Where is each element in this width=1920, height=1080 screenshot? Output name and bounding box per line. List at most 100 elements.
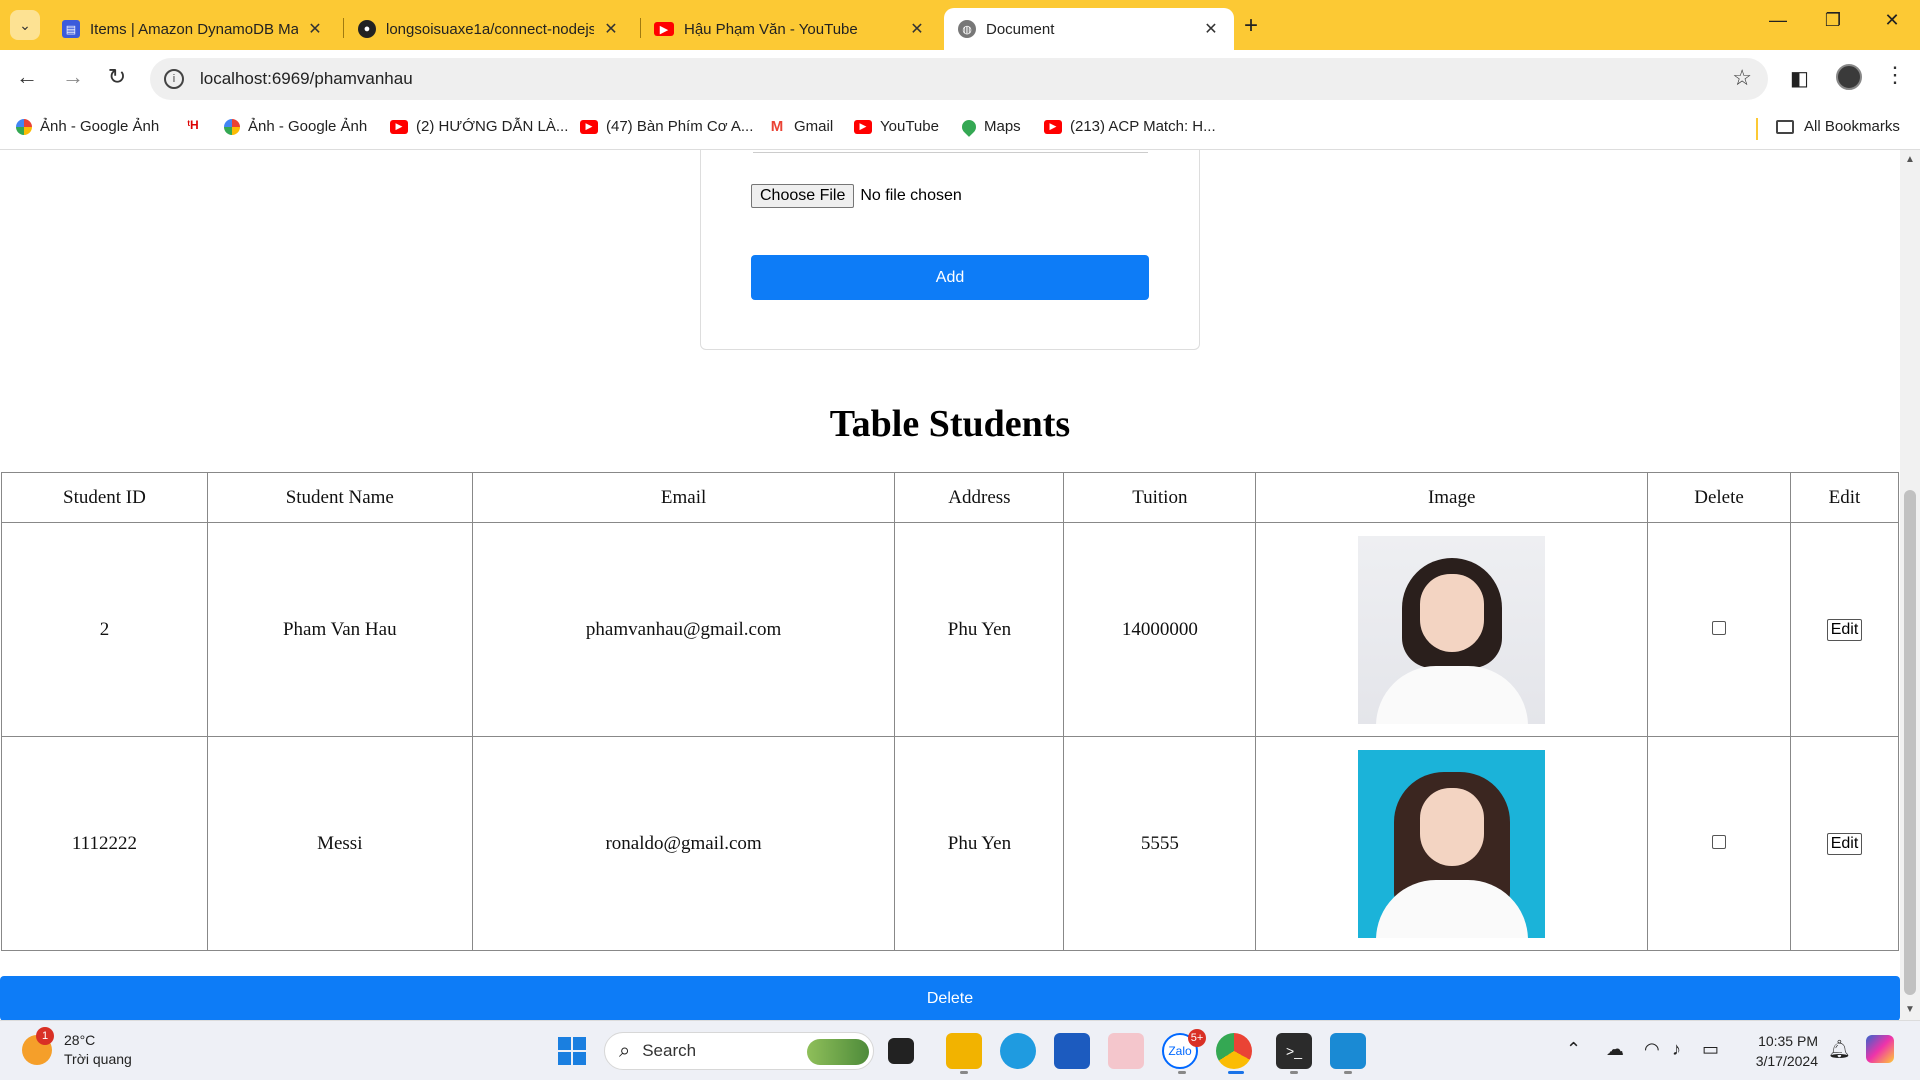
tab-document[interactable]: ◍ Document ✕: [944, 8, 1234, 50]
snipping-tool-icon[interactable]: [1108, 1033, 1144, 1069]
clock-time: 10:35 PM: [1758, 1033, 1818, 1049]
edit-button[interactable]: Edit: [1826, 619, 1863, 641]
bookmark-item[interactable]: ▶ (47) Bàn Phím Cơ A...: [580, 118, 753, 135]
restore-button[interactable]: ❐: [1813, 10, 1853, 31]
notification-badge: 5+: [1188, 1029, 1206, 1047]
bookmark-item[interactable]: ▶ YouTube: [854, 118, 939, 135]
scroll-up-icon[interactable]: ▲: [1905, 154, 1915, 165]
header-tuition: Tuition: [1063, 472, 1257, 523]
close-window-button[interactable]: ✕: [1872, 10, 1912, 31]
bookmark-item[interactable]: Ảnh - Google Ảnh: [224, 118, 367, 135]
page-title: Table Students: [829, 403, 1071, 445]
chevron-up-icon[interactable]: ⌃: [1566, 1039, 1581, 1060]
taskbar-search[interactable]: ⌕ Search: [604, 1032, 874, 1070]
notification-badge: 1: [36, 1027, 54, 1045]
url-text[interactable]: localhost:6969/phamvanhau: [200, 69, 413, 89]
back-button[interactable]: ←: [12, 64, 42, 90]
delete-checkbox[interactable]: [1712, 834, 1727, 849]
cell-edit: Edit: [1790, 736, 1899, 951]
system-clock[interactable]: 10:35 PM 3/17/2024: [1748, 1031, 1818, 1071]
menu-kebab-icon[interactable]: ⋮: [1884, 62, 1906, 88]
windows-taskbar: 1 28°C Trời quang ⌕ Search Zalo 5+ >_ ⌃ …: [0, 1020, 1920, 1080]
cell-tuition: 14000000: [1063, 522, 1257, 737]
page-scrollbar[interactable]: ▲ ▼: [1900, 150, 1920, 1020]
bookmark-item[interactable]: Ảnh - Google Ảnh: [16, 118, 159, 135]
edge-icon[interactable]: [1000, 1033, 1036, 1069]
vscode-icon[interactable]: [1330, 1033, 1366, 1069]
close-icon[interactable]: ✕: [908, 19, 926, 39]
add-button[interactable]: Add: [751, 255, 1149, 300]
gmail-icon: M: [768, 118, 786, 135]
header-student-name: Student Name: [206, 472, 473, 523]
side-panel-icon[interactable]: ◧: [1790, 66, 1809, 91]
bookmark-item[interactable]: ▶ (213) ACP Match: H...: [1044, 118, 1216, 135]
new-tab-button[interactable]: +: [1244, 12, 1258, 40]
site-info-icon[interactable]: i: [164, 69, 184, 89]
wifi-icon[interactable]: ◠: [1644, 1039, 1660, 1060]
close-icon[interactable]: ✕: [1202, 19, 1220, 39]
bookmark-star-icon[interactable]: ☆: [1732, 65, 1752, 91]
tab-github[interactable]: ● longsoisuaxe1a/connect-nodejs ✕: [344, 8, 634, 50]
google-photos-icon: [16, 118, 32, 135]
file-explorer-icon[interactable]: [946, 1033, 982, 1069]
forward-button[interactable]: →: [58, 64, 88, 90]
tab-dynamodb[interactable]: ▤ Items | Amazon DynamoDB Ma ✕: [48, 8, 338, 50]
cell-email: ronaldo@gmail.com: [471, 736, 896, 951]
minimize-button[interactable]: —: [1758, 10, 1798, 31]
scroll-down-icon[interactable]: ▼: [1905, 1004, 1915, 1015]
students-table: Student ID Student Name Email Address Tu…: [1, 472, 1899, 951]
student-photo: [1358, 535, 1546, 724]
chrome-icon[interactable]: [1216, 1033, 1252, 1069]
profile-avatar[interactable]: [1836, 64, 1862, 90]
battery-icon[interactable]: ▭: [1702, 1039, 1719, 1060]
minimize-icon: —: [1769, 10, 1787, 30]
chevron-down-icon: ⌄: [19, 16, 31, 33]
bookmark-item[interactable]: ᵗH: [184, 118, 210, 132]
copilot-icon[interactable]: [1866, 1035, 1894, 1063]
tab-youtube[interactable]: ▶ Hậu Phạm Văn - YouTube ✕: [640, 8, 940, 50]
edit-button[interactable]: Edit: [1826, 833, 1863, 855]
delete-checkbox[interactable]: [1712, 620, 1727, 635]
store-icon[interactable]: [1054, 1033, 1090, 1069]
close-icon[interactable]: ✕: [602, 19, 620, 39]
header-student-id: Student ID: [1, 472, 208, 523]
bookmark-item[interactable]: ▶ (2) HƯỚNG DẪN LÀ...: [390, 118, 568, 135]
zalo-icon[interactable]: Zalo 5+: [1162, 1029, 1206, 1069]
running-indicator: [960, 1071, 968, 1074]
choose-file-button[interactable]: Choose File: [751, 184, 855, 208]
cell-address: Phu Yen: [894, 736, 1065, 951]
bookmark-item[interactable]: M Gmail: [768, 118, 833, 135]
terminal-icon[interactable]: >_: [1276, 1033, 1312, 1069]
scroll-thumb[interactable]: [1904, 490, 1916, 995]
running-indicator: [1344, 1071, 1352, 1074]
bookmark-item[interactable]: Maps: [959, 116, 1021, 137]
weather-temp: 28°C: [64, 1032, 96, 1048]
weather-widget[interactable]: 1 28°C Trời quang: [22, 1027, 132, 1069]
cell-student-name: Messi: [206, 736, 473, 951]
close-icon[interactable]: ✕: [306, 19, 324, 39]
arrow-right-icon: →: [62, 64, 84, 89]
address-bar[interactable]: i localhost:6969/phamvanhau ☆: [150, 58, 1768, 100]
volume-icon[interactable]: ♪: [1672, 1039, 1681, 1060]
cell-edit: Edit: [1790, 522, 1899, 737]
cloud-icon[interactable]: ☁: [1606, 1039, 1624, 1060]
notification-bell-icon[interactable]: 🔔︎: [1828, 1039, 1851, 1060]
windows-start-icon[interactable]: [558, 1037, 586, 1065]
table-row: 2 Pham Van Hau phamvanhau@gmail.com Phu …: [1, 522, 1899, 737]
tab-search-button[interactable]: ⌄: [10, 10, 40, 40]
dynamodb-icon: ▤: [62, 20, 80, 38]
search-icon: ⌕: [619, 1039, 631, 1062]
delete-button[interactable]: Delete: [0, 976, 1900, 1020]
task-view-icon[interactable]: [888, 1038, 914, 1064]
reload-button[interactable]: ↻: [102, 64, 132, 90]
all-bookmarks-button[interactable]: All Bookmarks: [1776, 118, 1900, 135]
table-row: 1112222 Messi ronaldo@gmail.com Phu Yen …: [1, 736, 1899, 951]
header-image: Image: [1255, 472, 1649, 523]
file-input[interactable]: Choose File No file chosen: [751, 184, 962, 208]
search-placeholder: Search: [642, 1041, 697, 1060]
clock-date: 3/17/2024: [1755, 1053, 1818, 1069]
cell-delete: [1647, 736, 1791, 951]
browser-toolbar: ← → ↻ i localhost:6969/phamvanhau ☆ ◧ ⋮: [0, 50, 1920, 108]
maps-pin-icon: [959, 116, 979, 137]
running-indicator: [1290, 1071, 1298, 1074]
